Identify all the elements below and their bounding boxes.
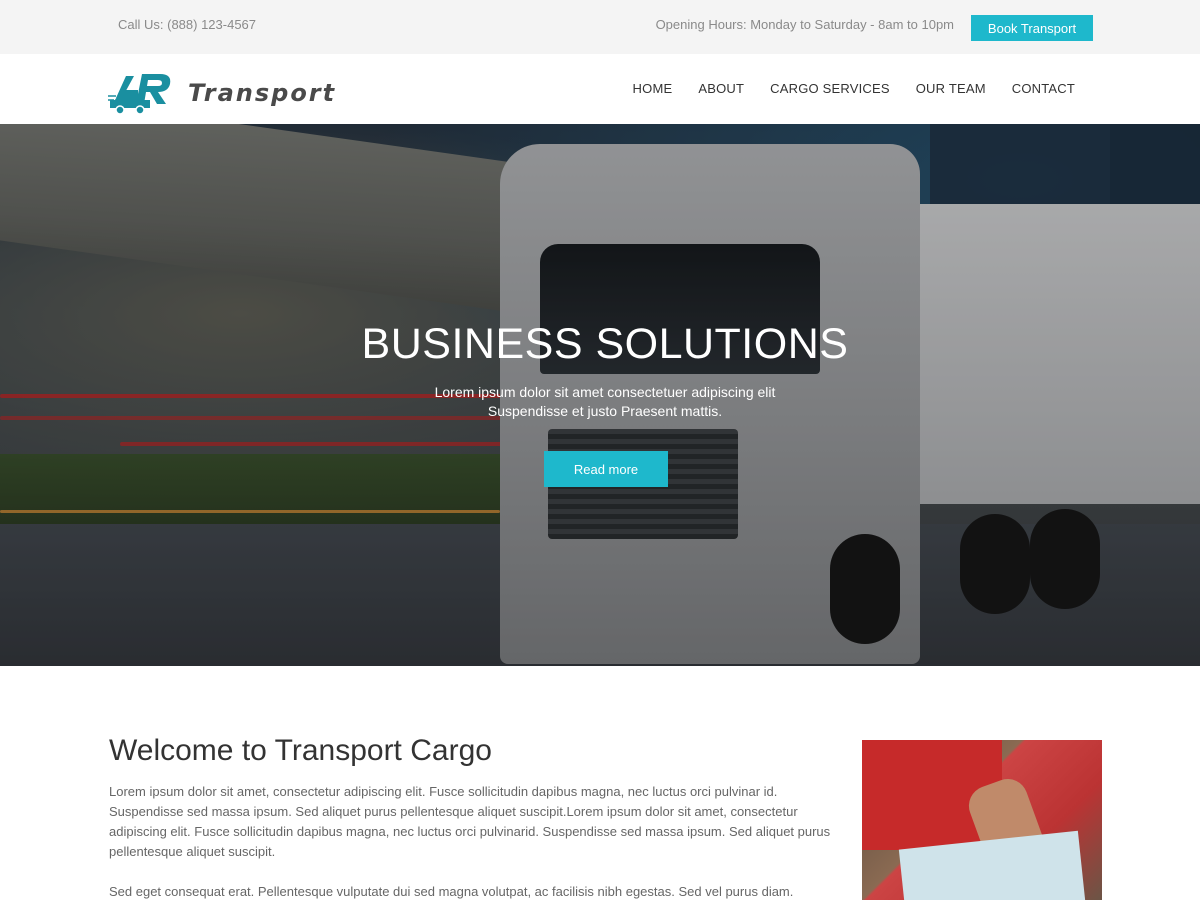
welcome-photo bbox=[862, 740, 1102, 900]
hero-subtitle-line-2: Suspendisse et justo Praesent mattis. bbox=[487, 403, 723, 419]
welcome-section: Welcome to Transport Cargo Lorem ipsum d… bbox=[109, 734, 849, 900]
opening-hours-text: Opening Hours: Monday to Saturday - 8am … bbox=[655, 17, 954, 32]
logo-text: Transport bbox=[188, 79, 337, 107]
hero-subtitle: Lorem ipsum dolor sit amet consectetuer … bbox=[0, 383, 1200, 421]
nav-our-team[interactable]: OUR TEAM bbox=[916, 81, 986, 96]
hero-subtitle-line-1: Lorem ipsum dolor sit amet consectetuer … bbox=[434, 384, 776, 400]
hero-title: BUSINESS SOLUTIONS bbox=[361, 320, 849, 368]
book-transport-button[interactable]: Book Transport bbox=[971, 15, 1093, 41]
nav-cargo-services[interactable]: CARGO SERVICES bbox=[770, 81, 890, 96]
site-header: Transport HOME ABOUT CARGO SERVICES OUR … bbox=[0, 54, 1200, 124]
site-logo[interactable]: Transport bbox=[108, 70, 378, 116]
welcome-title: Welcome to Transport Cargo bbox=[109, 734, 492, 767]
nav-contact[interactable]: CONTACT bbox=[1012, 81, 1075, 96]
truck-logo-icon bbox=[108, 74, 171, 115]
call-us-text: Call Us: (888) 123-4567 bbox=[118, 17, 257, 32]
nav-about[interactable]: ABOUT bbox=[698, 81, 744, 96]
nav-home[interactable]: HOME bbox=[633, 81, 673, 96]
welcome-paragraph-1: Lorem ipsum dolor sit amet, consectetur … bbox=[109, 784, 831, 859]
read-more-button[interactable]: Read more bbox=[544, 451, 668, 487]
top-bar: Call Us: (888) 123-4567 Opening Hours: M… bbox=[0, 0, 1200, 54]
main-nav: HOME ABOUT CARGO SERVICES OUR TEAM CONTA… bbox=[607, 81, 1075, 96]
welcome-paragraph-2: Sed eget consequat erat. Pellentesque vu… bbox=[109, 884, 794, 899]
hero-banner: BUSINESS SOLUTIONS Lorem ipsum dolor sit… bbox=[0, 124, 1200, 666]
